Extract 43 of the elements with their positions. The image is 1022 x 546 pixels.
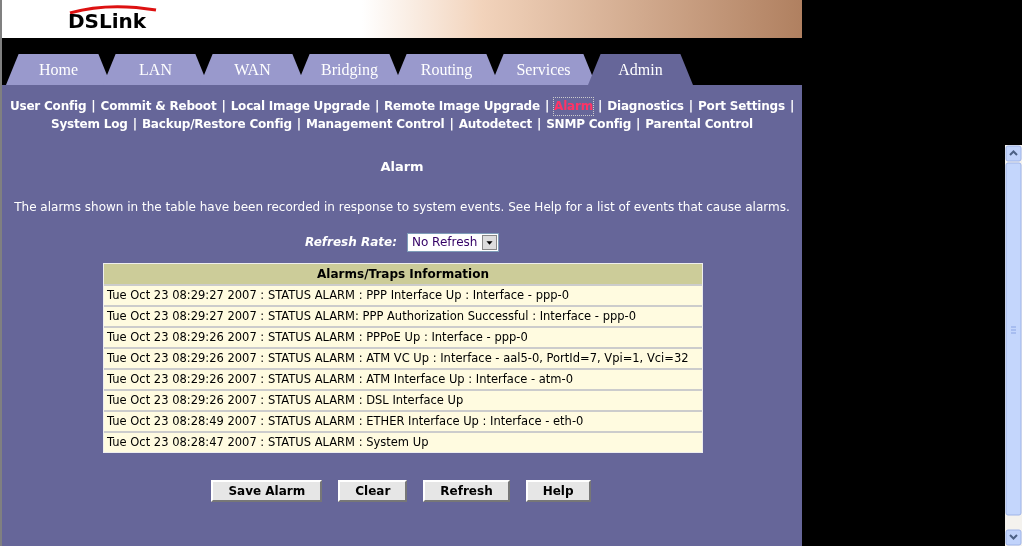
separator: | — [449, 116, 454, 133]
description: The alarms shown in the table have been recorded in response to system events. See Help for a list of events that cause alarms. — [13, 198, 791, 216]
separator: | — [688, 98, 693, 115]
separator: | — [536, 116, 542, 133]
action-button[interactable]: Help — [525, 479, 591, 502]
submenu-link[interactable]: SNMP Config — [546, 116, 632, 133]
submenu-link[interactable]: Remote Image Upgrade — [384, 98, 540, 115]
table-cell: Tue Oct 23 08:29:27 2007 : STATUS ALARM : PPP Interface Up : Interface - ppp-0 — [104, 283, 702, 305]
separator: | — [221, 98, 226, 115]
separator: | — [132, 116, 137, 133]
submenu-link[interactable]: System Log — [51, 116, 128, 133]
submenu-link[interactable]: User Config — [9, 98, 87, 115]
table-cell: Tue Oct 23 08:29:26 2007 : STATUS ALARM : ATM VC Up : Interface - aal5-0, PortId=7, Vpi=1, Vci=32 — [104, 346, 702, 368]
submenu-link[interactable]: Local Image Upgrade — [230, 98, 370, 115]
submenu-link[interactable]: Management Control — [306, 116, 445, 133]
submenu-link[interactable]: Commit & Reboot — [100, 98, 217, 115]
separator: | — [789, 98, 795, 115]
submenu-link[interactable]: Backup/Restore Config — [141, 116, 292, 133]
separator: | — [544, 98, 550, 115]
table-cell: Tue Oct 23 08:28:49 2007 : STATUS ALARM : ETHER Interface Up : Interface - eth-0 — [104, 409, 702, 431]
table-cell: Tue Oct 23 08:29:26 2007 : STATUS ALARM : DSL Interface Up — [104, 388, 702, 410]
table-cell: Tue Oct 23 08:28:47 2007 : STATUS ALARM : System Up — [104, 430, 702, 452]
separator: | — [91, 98, 96, 115]
submenu-link[interactable]: Autodetect — [458, 116, 532, 133]
table-cell: Tue Oct 23 08:29:26 2007 : STATUS ALARM : PPPoE Up : Interface - ppp-0 — [104, 325, 702, 347]
separator: | — [296, 116, 301, 133]
separator: | — [598, 98, 603, 115]
action-button[interactable]: Save Alarm — [211, 479, 323, 502]
nav-tab[interactable]: Admin — [588, 54, 693, 85]
separator: | — [374, 98, 380, 115]
submenu-link[interactable]: Diagnostics — [607, 98, 684, 115]
action-button[interactable]: Clear — [338, 479, 408, 502]
table-header: Alarms/Traps Information — [104, 263, 702, 284]
table-cell: Tue Oct 23 08:29:26 2007 : STATUS ALARM : ATM Interface Up : Interface - atm-0 — [104, 367, 702, 389]
submenu-link[interactable]: Parental Control — [645, 116, 753, 133]
page-title: Alarm — [379, 158, 425, 176]
submenu-link[interactable]: Port Settings — [698, 98, 785, 115]
table-cell: Tue Oct 23 08:29:27 2007 : STATUS ALARM: PPP Authorization Successful : Interface - ppp-0 — [104, 304, 702, 326]
refresh-rate-select[interactable]: No Refresh — [406, 232, 499, 252]
refresh-rate-label: Refresh Rate: — [305, 234, 397, 251]
separator: | — [636, 116, 641, 133]
action-button[interactable]: Refresh — [423, 479, 510, 502]
logo: DSLink — [68, 2, 158, 36]
